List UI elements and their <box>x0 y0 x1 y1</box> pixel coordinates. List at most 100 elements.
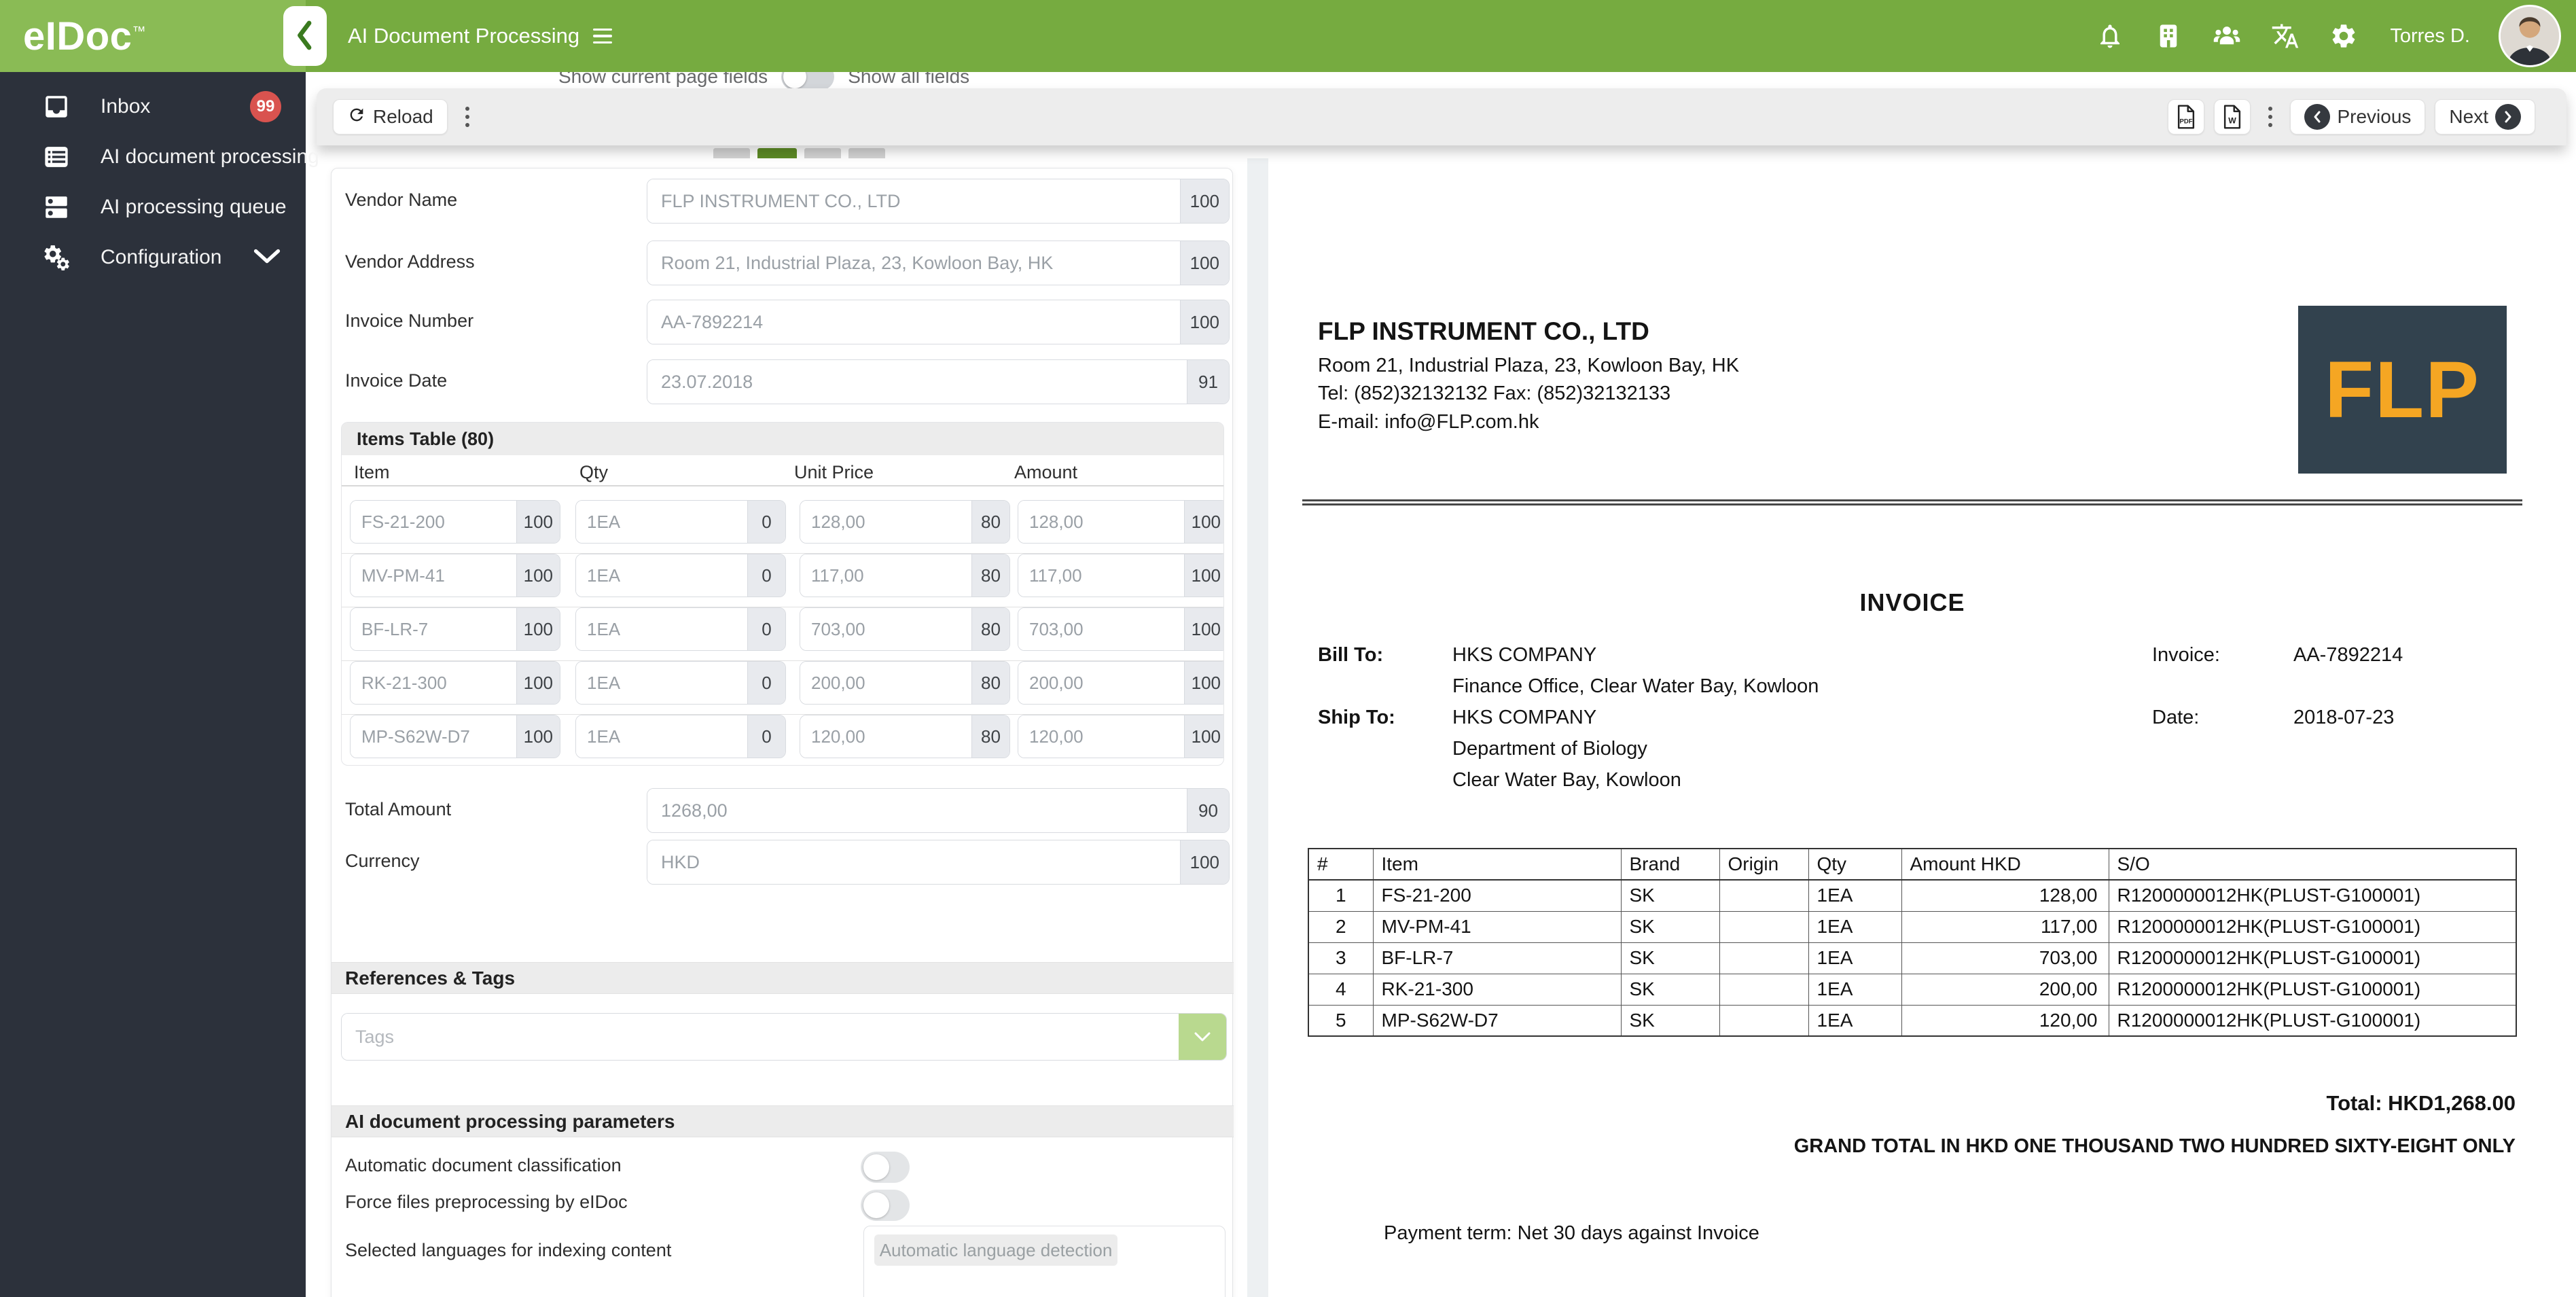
sidebar-item-inbox[interactable]: Inbox 99 <box>0 82 306 132</box>
users-group-icon[interactable] <box>2212 21 2242 51</box>
doc-col-qty: Qty <box>1808 849 1901 880</box>
doc-invoice-number-label: Invoice: <box>2152 644 2220 667</box>
confidence-badge: 91 <box>1187 360 1229 404</box>
qty-input[interactable] <box>576 554 747 597</box>
export-word-button[interactable]: W <box>2214 99 2251 135</box>
language-detection-chip: Automatic language detection <box>874 1234 1117 1266</box>
invoice-number-input[interactable] <box>647 300 1180 344</box>
unit-price-input[interactable] <box>800 662 971 704</box>
sidebar-item-ai-processing-queue[interactable]: AI processing queue <box>0 182 306 232</box>
confidence-badge: 100 <box>516 715 560 758</box>
invoice-date-input[interactable] <box>647 360 1187 404</box>
force-preprocessing-toggle[interactable] <box>861 1190 910 1221</box>
total-amount-input[interactable] <box>647 789 1187 832</box>
qty-cell: 0 <box>575 500 786 544</box>
tags-dropdown-button[interactable] <box>1179 1014 1226 1060</box>
unit-price-input[interactable] <box>800 715 971 758</box>
chevron-left-icon <box>293 19 317 54</box>
menu-icon[interactable] <box>593 29 612 44</box>
sidebar-item-configuration[interactable]: Configuration <box>0 232 306 283</box>
app-logo[interactable]: eIDoc™ <box>23 14 146 59</box>
app-header: eIDoc™ AI Document Processing <box>0 0 2576 72</box>
fields-scope-toggle[interactable] <box>781 72 834 90</box>
auto-classification-toggle[interactable] <box>861 1152 910 1183</box>
amount-input[interactable] <box>1018 554 1184 597</box>
export-pdf-button[interactable]: PDF <box>2168 99 2204 135</box>
confidence-badge: 100 <box>1184 662 1224 704</box>
unit-price-input[interactable] <box>800 501 971 543</box>
page-title: AI Document Processing <box>348 24 579 48</box>
qty-input[interactable] <box>576 662 747 704</box>
show-current-page-fields-label: Show current page fields <box>558 72 768 88</box>
amount-input[interactable] <box>1018 608 1184 650</box>
unit-price-input[interactable] <box>800 554 971 597</box>
more-options-icon[interactable] <box>465 107 469 127</box>
qty-input[interactable] <box>576 501 747 543</box>
doc-invoice-number-value: AA-7892214 <box>2293 644 2403 667</box>
confidence-badge: 80 <box>971 554 1009 597</box>
doc-ship-to-label: Ship To: <box>1318 707 1395 729</box>
qty-cell: 0 <box>575 607 786 651</box>
vendor-address-input[interactable] <box>647 241 1180 285</box>
currency-input[interactable] <box>647 840 1180 884</box>
confidence-badge: 0 <box>747 554 785 597</box>
back-button[interactable] <box>283 6 327 66</box>
extracted-fields-panel: Vendor Name 100 Vendor Address 100 Invoi… <box>331 168 1233 1297</box>
total-amount-label: Total Amount <box>345 799 451 820</box>
amount-input[interactable] <box>1018 715 1184 758</box>
user-avatar[interactable] <box>2499 5 2561 67</box>
currency-label: Currency <box>345 851 420 872</box>
amount-cell: 100 <box>1018 554 1224 597</box>
title-row: AI Document Processing <box>348 0 612 72</box>
column-header-qty: Qty <box>579 462 608 483</box>
document-more-options-icon[interactable] <box>2268 107 2272 127</box>
sidebar-item-label: AI processing queue <box>101 196 287 219</box>
item-input[interactable] <box>351 501 516 543</box>
doc-invoice-title: INVOICE <box>1302 588 2522 617</box>
item-input[interactable] <box>351 554 516 597</box>
chevron-left-circle-icon <box>2304 104 2330 130</box>
tags-input[interactable] <box>342 1014 1179 1060</box>
doc-date-label: Date: <box>2152 707 2199 729</box>
qty-input[interactable] <box>576 608 747 650</box>
qty-cell: 0 <box>575 661 786 705</box>
confidence-badge: 90 <box>1187 789 1229 832</box>
vendor-name-input[interactable] <box>647 179 1180 223</box>
organization-building-icon[interactable] <box>2153 21 2183 51</box>
indexing-languages-field[interactable]: Automatic language detection <box>863 1226 1226 1297</box>
panel-scrollbar[interactable] <box>1247 158 1268 1297</box>
confidence-badge: 100 <box>516 662 560 704</box>
sidebar-item-ai-document-processing[interactable]: AI document processing <box>0 132 306 182</box>
item-input[interactable] <box>351 662 516 704</box>
doc-bill-to-line1: HKS COMPANY <box>1452 644 1596 667</box>
next-page-button[interactable]: Next <box>2435 99 2535 135</box>
item-input[interactable] <box>351 715 516 758</box>
page-segment[interactable] <box>804 148 841 158</box>
reload-button[interactable]: Reload <box>333 99 448 135</box>
confidence-badge: 80 <box>971 501 1009 543</box>
amount-input[interactable] <box>1018 662 1184 704</box>
settings-gear-icon[interactable] <box>2329 21 2359 51</box>
chevron-right-circle-icon <box>2495 104 2521 130</box>
qty-input[interactable] <box>576 715 747 758</box>
page-segment[interactable] <box>713 148 750 158</box>
unit-price-input[interactable] <box>800 608 971 650</box>
vendor-name-label: Vendor Name <box>345 190 457 211</box>
toggle-knob <box>863 1192 889 1218</box>
pdf-file-icon: PDF <box>2175 104 2198 130</box>
page-segment[interactable] <box>848 148 885 158</box>
unit-price-cell: 80 <box>800 500 1010 544</box>
doc-ship-to-line1: HKS COMPANY <box>1452 707 1596 729</box>
page-segment-active[interactable] <box>757 148 797 158</box>
confidence-badge: 80 <box>971 608 1009 650</box>
inbox-icon <box>42 92 71 121</box>
notifications-bell-icon[interactable] <box>2095 21 2125 51</box>
amount-input[interactable] <box>1018 501 1184 543</box>
translate-language-icon[interactable] <box>2270 21 2300 51</box>
sidebar-item-label: AI document processing <box>101 145 319 168</box>
references-tags-section-header: References & Tags <box>332 962 1234 994</box>
qty-cell: 0 <box>575 554 786 597</box>
item-input[interactable] <box>351 608 516 650</box>
doc-company-address: Room 21, Industrial Plaza, 23, Kowloon B… <box>1318 355 1739 377</box>
previous-page-button[interactable]: Previous <box>2290 99 2425 135</box>
